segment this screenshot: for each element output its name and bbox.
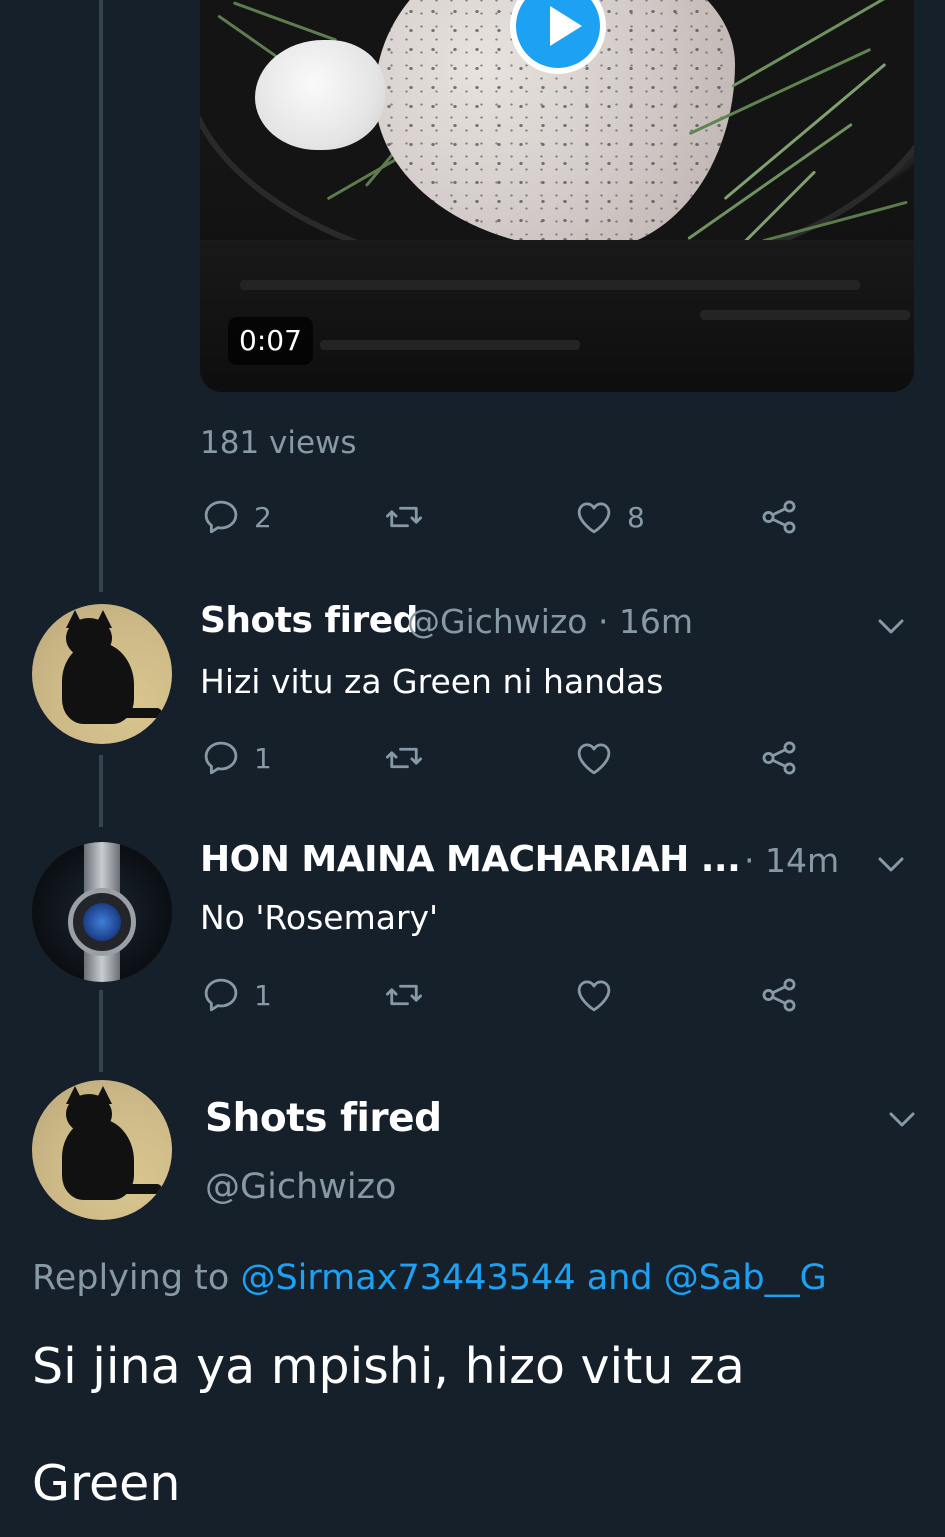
tweet-text-line-2: Green [32,1455,181,1512]
retweet-button[interactable] [383,496,425,538]
video-duration: 0:07 [228,317,313,365]
garlic-clove [255,40,385,150]
reply-button[interactable]: 1 [200,974,272,1016]
reply-icon [204,741,238,775]
handle-time: @Gichwizo · 16m [407,602,694,641]
share-icon [762,741,796,775]
share-button[interactable] [758,737,800,779]
action-bar-reply-1: 1 [200,737,820,783]
reply-count: 1 [254,741,272,775]
reply-icon [204,500,238,534]
share-button[interactable] [758,496,800,538]
retweet-icon [385,984,423,1006]
thread-line-top [99,0,103,592]
display-name[interactable]: Shots fired [205,1096,442,1141]
thread-line-middle [99,755,103,827]
retweet-icon [385,747,423,769]
heart-icon [577,980,611,1012]
reply-count: 1 [254,978,272,1012]
like-button[interactable] [573,974,615,1016]
heart-icon [577,743,611,775]
stove-burner [200,240,914,392]
view-count: 181 views [200,425,357,461]
replying-prefix: Replying to [32,1258,230,1298]
video-player[interactable]: 0:07 [200,0,914,392]
avatar[interactable] [32,842,172,982]
like-button[interactable]: 8 [573,496,645,538]
chevron-down-icon[interactable] [887,1110,917,1130]
share-icon [762,978,796,1012]
replying-to: Replying to @Sirmax73443544 and @Sab__G [32,1258,827,1298]
tweet-text-line-1: Si jina ya mpishi, hizo vitu za [32,1338,745,1395]
and-word: and [586,1258,653,1298]
retweet-button[interactable] [383,737,425,779]
thread-line-lower [99,990,103,1072]
avatar[interactable] [32,1080,172,1220]
share-button[interactable] [758,974,800,1016]
tweet-text: Hizi vitu za Green ni handas [200,662,664,701]
avatar[interactable] [32,604,172,744]
reply-button[interactable]: 2 [200,496,272,538]
action-bar-original: 2 8 [200,496,820,542]
reply-icon [204,978,238,1012]
retweet-button[interactable] [383,974,425,1016]
like-count: 8 [627,500,645,534]
retweet-icon [385,506,423,528]
display-name[interactable]: Shots fired [200,600,418,641]
like-button[interactable] [573,737,615,779]
display-name[interactable]: HON MAINA MACHARIAH ... [200,839,741,880]
handle-time: · 14m [744,841,840,880]
reply-count: 2 [254,500,272,534]
mention-link[interactable]: @Sirmax73443544 [240,1258,575,1298]
share-icon [762,500,796,534]
heart-icon [577,502,611,534]
chevron-down-icon[interactable] [876,617,906,637]
chevron-down-icon[interactable] [876,855,906,875]
action-bar-reply-2: 1 [200,974,820,1020]
tweet-text: No 'Rosemary' [200,898,439,937]
handle[interactable]: @Gichwizo [205,1167,396,1207]
mention-link[interactable]: @Sab__G [664,1258,827,1298]
reply-button[interactable]: 1 [200,737,272,779]
